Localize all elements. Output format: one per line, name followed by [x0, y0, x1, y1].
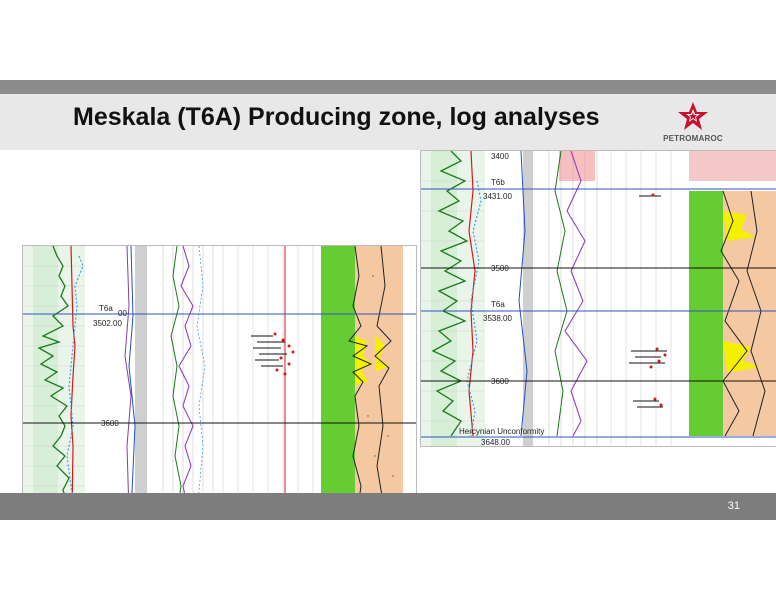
star-logo-icon: [678, 102, 708, 130]
right-marker-t6b: T6b: [491, 178, 505, 187]
right-log-panel: 3400 T6b 3431.00 3500 T6a 3538.00 3600 H…: [420, 150, 776, 447]
footer-band: [0, 493, 776, 520]
left-depth-3502: 3502.00: [93, 319, 122, 328]
left-depth-fragment: 00: [118, 309, 127, 318]
company-logo: PETROMAROC: [660, 100, 726, 146]
right-depth-3500: 3500: [491, 264, 509, 273]
right-depth-3648: 3648.00: [481, 438, 510, 446]
slide-title: Meskala (T6A) Producing zone, log analys…: [73, 103, 600, 131]
left-depth-3600: 3600: [101, 419, 119, 428]
right-depth-3431: 3431.00: [483, 192, 512, 201]
right-marker-t6a: T6a: [491, 300, 505, 309]
page-number: 31: [727, 500, 740, 512]
unconformity-label: Hercynian Unconformity: [459, 427, 544, 436]
left-log-panel: T6a 00 3502.00 3600: [22, 245, 417, 515]
header-band: [0, 80, 776, 94]
right-log-image: 3400 T6b 3431.00 3500 T6a 3538.00 3600 H…: [421, 151, 776, 446]
logo-text: PETROMAROC: [663, 134, 723, 143]
left-marker-t6a: T6a: [99, 304, 113, 313]
right-depth-3538: 3538.00: [483, 314, 512, 323]
right-depth-3600: 3600: [491, 377, 509, 386]
right-depth-3400: 3400: [491, 152, 509, 161]
left-log-image: T6a 00 3502.00 3600: [23, 246, 416, 514]
